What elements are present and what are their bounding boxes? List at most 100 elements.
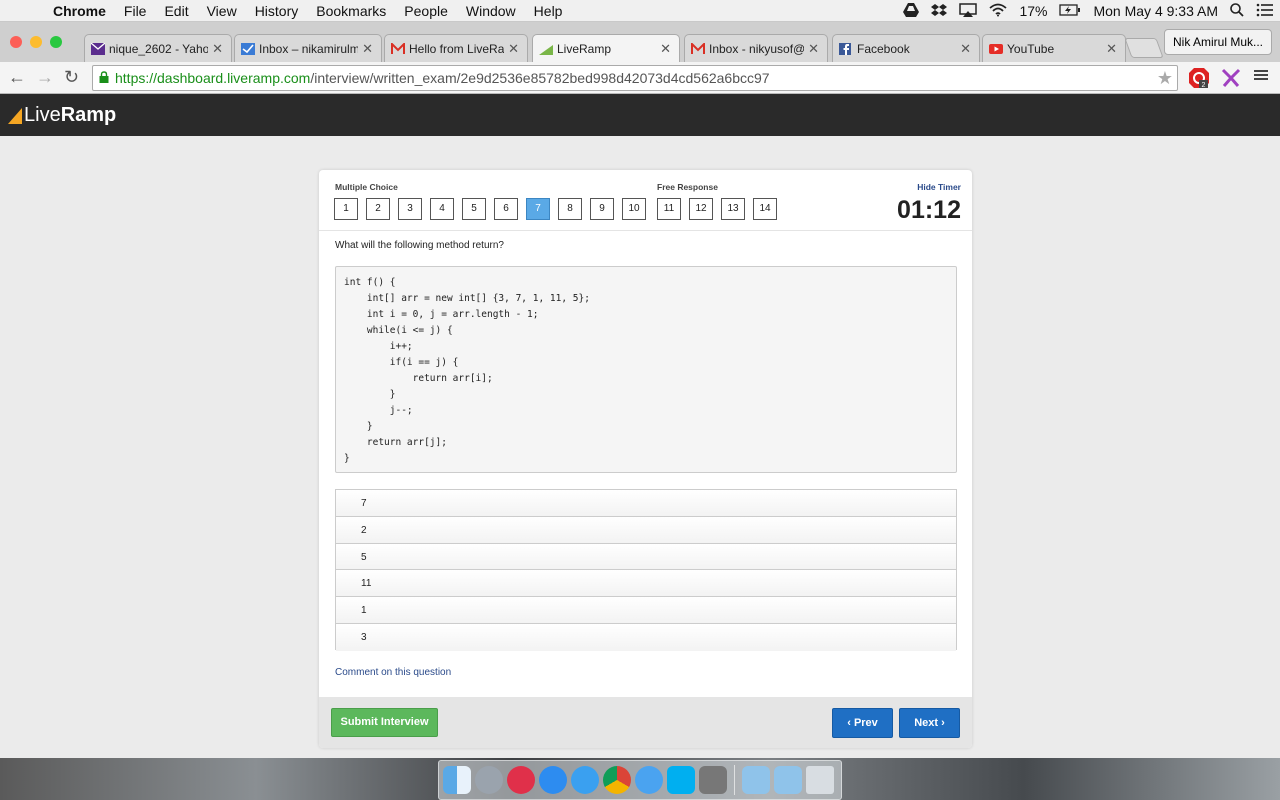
tab-hello-liveramp[interactable]: Hello from LiveRamp ✕ <box>384 34 528 62</box>
browser-tab-strip: nique_2602 - Yahoo ✕ Inbox – nikamirulm … <box>0 22 1280 63</box>
extension-figure-icon[interactable] <box>1220 67 1242 89</box>
tab-youtube[interactable]: YouTube ✕ <box>982 34 1126 62</box>
dropbox-icon[interactable] <box>925 3 953 20</box>
skype-icon[interactable] <box>667 766 695 794</box>
tab-yahoo-mail[interactable]: nique_2602 - Yahoo ✕ <box>84 34 232 62</box>
address-bar[interactable]: https://dashboard.liveramp.com/interview… <box>92 65 1178 91</box>
question-number-2[interactable]: 2 <box>366 198 390 220</box>
menu-clock[interactable]: Mon May 4 9:33 AM <box>1087 3 1224 19</box>
menu-people[interactable]: People <box>395 3 457 19</box>
hide-timer-link[interactable]: Hide Timer <box>917 182 961 192</box>
answer-option[interactable]: 1 <box>336 597 956 624</box>
itunes-icon[interactable] <box>507 766 535 794</box>
close-tab-icon[interactable]: ✕ <box>212 41 223 57</box>
notification-center-icon[interactable] <box>1250 3 1280 20</box>
menu-edit[interactable]: Edit <box>155 3 197 19</box>
submit-interview-button[interactable]: Submit Interview <box>331 708 438 737</box>
menu-file[interactable]: File <box>115 3 156 19</box>
question-number-4[interactable]: 4 <box>430 198 454 220</box>
inbox-mail-icon <box>241 42 255 55</box>
google-drive-icon[interactable] <box>897 2 925 20</box>
question-number-6[interactable]: 6 <box>494 198 518 220</box>
profile-button[interactable]: Nik Amirul Muk... <box>1163 29 1272 55</box>
menu-history[interactable]: History <box>246 3 308 19</box>
answer-option[interactable]: 11 <box>336 570 956 598</box>
trash-icon[interactable] <box>806 766 834 794</box>
wifi-icon[interactable] <box>983 3 1013 20</box>
menu-help[interactable]: Help <box>525 3 572 19</box>
answer-option[interactable]: 5 <box>336 543 956 571</box>
finder-icon[interactable] <box>443 766 471 794</box>
logo-text-light: Live <box>24 104 61 126</box>
page-content: Multiple Choice Free Response 1234567891… <box>0 136 1280 758</box>
extension-badge-count: 2 <box>1202 82 1206 89</box>
divider <box>319 230 972 231</box>
tab-liveramp-active[interactable]: LiveRamp ✕ <box>532 34 680 63</box>
airplay-icon[interactable] <box>953 2 983 20</box>
tab-inbox-outlook[interactable]: Inbox – nikamirulm ✕ <box>234 34 382 62</box>
tab-title: LiveRamp <box>557 42 612 56</box>
bookmark-star-icon[interactable]: ★ <box>1157 68 1173 89</box>
menu-bookmarks[interactable]: Bookmarks <box>307 3 395 19</box>
menu-app-name[interactable]: Chrome <box>44 3 115 19</box>
chrome-menu-icon[interactable] <box>1254 68 1276 90</box>
question-number-7[interactable]: 7 <box>526 198 550 220</box>
question-number-8[interactable]: 8 <box>558 198 582 220</box>
applications-folder-icon[interactable] <box>742 766 770 794</box>
close-tab-icon[interactable]: ✕ <box>1106 41 1117 57</box>
answer-option[interactable]: 3 <box>336 623 956 651</box>
tab-title: Inbox – nikamirulm <box>259 41 359 56</box>
chevron-left-icon: ‹ <box>847 717 851 729</box>
browser-toolbar: ← → ↻ https://dashboard.liveramp.com/int… <box>0 62 1280 94</box>
battery-charging-icon[interactable] <box>1053 3 1087 19</box>
question-number-3[interactable]: 3 <box>398 198 422 220</box>
liveramp-logo-icon <box>8 107 22 124</box>
tab-inbox-gmail[interactable]: Inbox - nikyusof@ ✕ <box>684 34 828 62</box>
close-tab-icon[interactable]: ✕ <box>362 41 373 57</box>
gmail-icon <box>391 41 405 55</box>
menu-window[interactable]: Window <box>457 3 525 19</box>
question-number-13[interactable]: 13 <box>721 198 745 220</box>
menu-view[interactable]: View <box>198 3 246 19</box>
spotlight-search-icon[interactable] <box>1224 2 1250 20</box>
close-tab-icon[interactable]: ✕ <box>508 41 519 57</box>
back-arrow-icon[interactable]: ← <box>8 67 26 88</box>
close-tab-icon[interactable]: ✕ <box>960 41 971 57</box>
question-number-10[interactable]: 10 <box>622 198 646 220</box>
code-block: int f() { int[] arr = new int[] {3, 7, 1… <box>335 266 957 473</box>
question-number-11[interactable]: 11 <box>657 198 681 220</box>
tab-title: Inbox - nikyusof@ <box>709 41 805 56</box>
minimize-window-icon[interactable] <box>30 36 42 48</box>
new-tab-button[interactable] <box>1124 38 1164 58</box>
prev-label: Prev <box>853 717 878 729</box>
secure-lock-icon[interactable] <box>93 70 115 86</box>
close-tab-icon[interactable]: ✕ <box>660 41 671 57</box>
adblock-extension-icon[interactable]: 2 <box>1188 67 1210 89</box>
launchpad-icon[interactable] <box>475 766 503 794</box>
close-tab-icon[interactable]: ✕ <box>808 41 819 57</box>
chrome-icon[interactable] <box>603 766 631 794</box>
next-button[interactable]: Next › <box>899 708 960 738</box>
answer-option[interactable]: 2 <box>336 516 956 544</box>
macos-dock <box>438 760 842 800</box>
question-number-14[interactable]: 14 <box>753 198 777 220</box>
tab-facebook[interactable]: Facebook ✕ <box>832 34 980 62</box>
forward-arrow-icon[interactable]: → <box>36 67 54 88</box>
reload-icon[interactable]: ↻ <box>64 67 79 88</box>
question-number-1[interactable]: 1 <box>334 198 358 220</box>
messages-icon[interactable] <box>635 766 663 794</box>
zoom-window-icon[interactable] <box>50 36 62 48</box>
answer-option[interactable]: 7 <box>336 490 956 517</box>
comment-link[interactable]: Comment on this question <box>335 667 451 678</box>
close-window-icon[interactable] <box>10 36 22 48</box>
downloads-folder-icon[interactable] <box>774 766 802 794</box>
safari-icon[interactable] <box>571 766 599 794</box>
prev-button[interactable]: ‹ Prev <box>832 708 893 738</box>
question-number-12[interactable]: 12 <box>689 198 713 220</box>
liveramp-logo[interactable]: Live Ramp <box>8 104 116 127</box>
question-number-9[interactable]: 9 <box>590 198 614 220</box>
question-number-5[interactable]: 5 <box>462 198 486 220</box>
next-label: Next <box>914 717 939 729</box>
app-store-icon[interactable] <box>539 766 567 794</box>
system-preferences-icon[interactable] <box>699 766 727 794</box>
